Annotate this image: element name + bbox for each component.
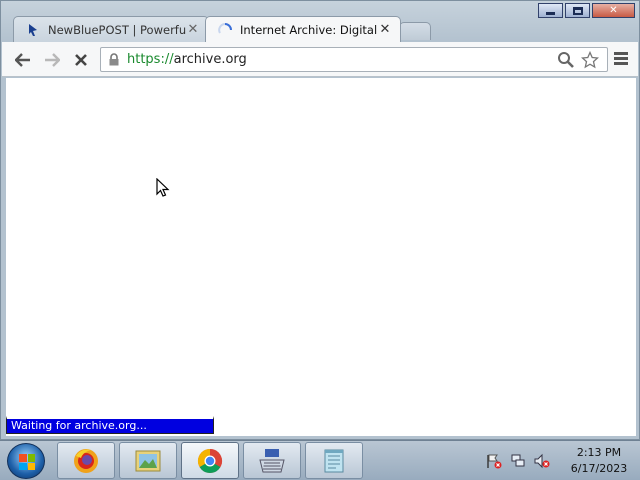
newblue-logo-icon: [29, 23, 37, 36]
close-icon: ✕: [609, 5, 618, 16]
new-tab-button[interactable]: [399, 22, 431, 40]
forward-arrow-icon: [45, 53, 60, 67]
stop-x-icon: [75, 54, 87, 66]
taskbar-keyboard-app[interactable]: [243, 442, 301, 479]
system-tray: [486, 453, 550, 469]
taskbar-notepad[interactable]: [305, 442, 363, 479]
volume-muted-icon[interactable]: [534, 453, 550, 469]
taskbar-photo-viewer[interactable]: [119, 442, 177, 479]
tab-close-icon[interactable]: ✕: [378, 22, 392, 37]
taskbar-clock[interactable]: 2:13 PM 6/17/2023: [564, 445, 634, 477]
back-button[interactable]: [12, 49, 34, 71]
tab-title: Internet Archive: Digital Li: [240, 22, 378, 37]
windows-logo-icon: [19, 454, 35, 470]
network-icon[interactable]: [510, 453, 526, 469]
url-text[interactable]: https://archive.org: [127, 52, 247, 67]
loading-spinner-icon: [218, 22, 232, 33]
forward-button[interactable]: [41, 49, 63, 71]
keyboard-app-icon: [259, 448, 285, 472]
back-arrow-icon: [15, 53, 30, 67]
search-icon[interactable]: [557, 51, 575, 69]
action-center-flag-icon[interactable]: [486, 453, 502, 469]
chrome-icon: [197, 448, 223, 473]
notepad-icon: [324, 449, 344, 472]
photo-viewer-icon: [135, 450, 161, 471]
mouse-pointer-icon: [156, 178, 170, 197]
taskbar-firefox[interactable]: [57, 442, 115, 479]
browser-menu-button[interactable]: [614, 52, 628, 66]
tab-internet-archive[interactable]: Internet Archive: Digital Li ✕: [205, 16, 401, 42]
status-bubble: Waiting for archive.org...: [6, 416, 214, 434]
tab-newbluepost[interactable]: NewBluePOST | Powerful ✕: [13, 16, 209, 42]
bookmark-star-icon[interactable]: [581, 51, 599, 69]
menu-bar: [614, 62, 628, 65]
url-scheme: https://: [127, 52, 174, 67]
window-controls: ✕: [538, 3, 635, 18]
taskbar: 2:13 PM 6/17/2023: [0, 440, 640, 480]
stop-loading-button[interactable]: [70, 49, 92, 71]
firefox-icon: [74, 448, 98, 473]
url-host: archive.org: [173, 52, 247, 67]
address-bar[interactable]: https://archive.org: [100, 47, 608, 72]
browser-toolbar: https://archive.org: [2, 42, 638, 77]
close-button[interactable]: ✕: [592, 3, 635, 18]
tab-title: NewBluePOST | Powerful: [48, 22, 186, 37]
taskbar-chrome[interactable]: [181, 442, 239, 479]
lock-icon: [109, 53, 119, 66]
minimize-icon: [546, 11, 555, 15]
browser-window: ✕ NewBluePOST | Powerful ✕ Internet Arch…: [0, 0, 640, 440]
menu-hamburger-icon: [614, 52, 628, 55]
start-button[interactable]: [7, 443, 45, 479]
menu-bar: [614, 57, 628, 60]
page-content[interactable]: Waiting for archive.org...: [6, 78, 636, 436]
minimize-button[interactable]: [538, 3, 563, 18]
maximize-button[interactable]: [565, 3, 590, 18]
clock-time: 2:13 PM: [576, 446, 622, 459]
clock-date: 6/17/2023: [570, 462, 628, 475]
tab-strip: NewBluePOST | Powerful ✕ Internet Archiv…: [9, 16, 449, 42]
maximize-icon: [572, 6, 583, 15]
tab-close-icon[interactable]: ✕: [186, 22, 200, 37]
